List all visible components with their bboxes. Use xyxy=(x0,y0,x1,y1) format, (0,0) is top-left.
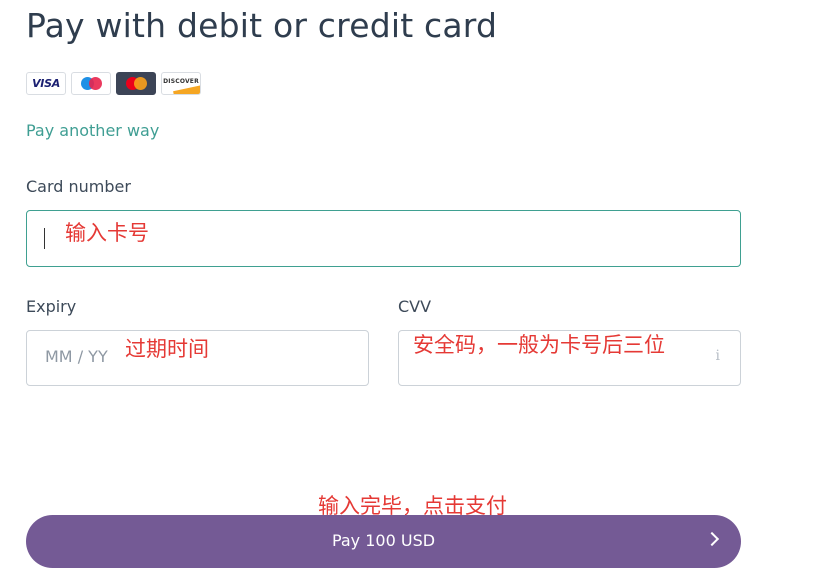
visa-label: VISA xyxy=(32,77,60,90)
pay-button[interactable]: Pay 100 USD xyxy=(26,515,741,568)
card-number-label: Card number xyxy=(26,177,131,196)
expiry-placeholder: MM / YY xyxy=(45,347,108,366)
discover-icon: DISCOVER xyxy=(161,72,201,95)
card-number-annotation: 输入卡号 xyxy=(65,221,149,245)
expiry-label: Expiry xyxy=(26,297,77,316)
cvv-label: CVV xyxy=(398,297,432,316)
text-caret xyxy=(44,228,45,249)
pay-button-label: Pay 100 USD xyxy=(331,531,436,550)
visa-icon: VISA xyxy=(26,72,66,95)
discover-label: DISCOVER xyxy=(163,78,199,85)
pay-another-way-link[interactable]: Pay another way xyxy=(26,121,159,140)
mastercard-icon xyxy=(116,72,156,95)
payment-page: Pay with debit or credit card VISA DISCO… xyxy=(0,0,828,586)
card-brand-list: VISA DISCOVER xyxy=(26,72,201,95)
expiry-annotation: 过期时间 xyxy=(125,337,209,361)
maestro-icon xyxy=(71,72,111,95)
page-title: Pay with debit or credit card xyxy=(26,6,498,45)
info-icon[interactable]: i xyxy=(716,348,720,364)
cvv-annotation: 安全码，一般为卡号后三位 xyxy=(413,333,665,357)
